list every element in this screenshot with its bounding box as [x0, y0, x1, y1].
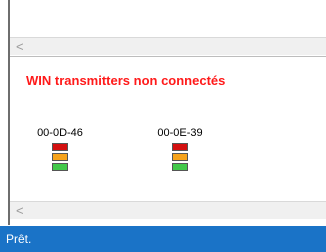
- transmitter-id: 00-0D-46: [37, 127, 83, 139]
- scroll-left-arrow-icon[interactable]: <: [16, 39, 24, 55]
- led-red-icon: [52, 143, 68, 151]
- led-red-icon: [172, 143, 188, 151]
- transmitter-item[interactable]: 00-0D-46: [30, 127, 90, 173]
- transmitters-panel: WIN transmitters non connectés 00-0D-46 …: [10, 56, 326, 201]
- status-leds: [150, 143, 210, 173]
- horizontal-scrollbar-top[interactable]: <: [10, 37, 326, 55]
- status-bar: Prêt.: [0, 226, 326, 252]
- scroll-left-arrow-icon[interactable]: <: [16, 203, 24, 219]
- status-leds: [30, 143, 90, 173]
- transmitter-item[interactable]: 00-0E-39: [150, 127, 210, 173]
- horizontal-scrollbar-bottom[interactable]: <: [10, 201, 326, 219]
- led-orange-icon: [52, 153, 68, 161]
- panel-title: WIN transmitters non connectés: [26, 73, 226, 88]
- led-green-icon: [52, 163, 68, 171]
- status-text: Prêt.: [6, 232, 32, 246]
- transmitter-id: 00-0E-39: [157, 127, 203, 139]
- led-orange-icon: [172, 153, 188, 161]
- led-green-icon: [172, 163, 188, 171]
